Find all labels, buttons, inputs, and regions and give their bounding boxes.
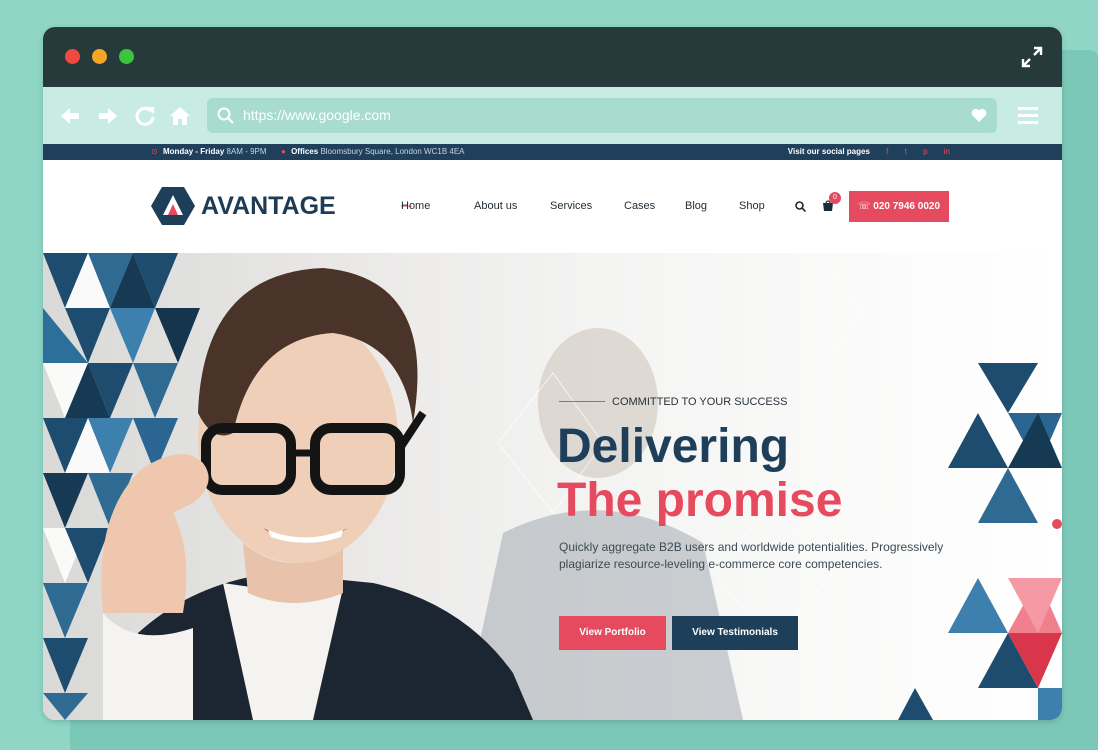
facebook-icon[interactable]: f: [886, 147, 888, 156]
home-icon[interactable]: [169, 105, 191, 127]
tagline-accent-line: [559, 401, 605, 402]
offices-label: Offices: [291, 147, 319, 156]
topbar-info: ⊙ Monday - Friday 8AM - 9PM ● Offices Bl…: [151, 144, 465, 160]
linkedin-icon[interactable]: in: [944, 147, 950, 156]
site-logo[interactable]: AVANTAGE: [151, 186, 336, 226]
title-bar: [43, 27, 1062, 87]
maximize-dot[interactable]: [119, 49, 134, 64]
back-arrow-icon[interactable]: [59, 105, 81, 127]
minimize-dot[interactable]: [92, 49, 107, 64]
view-portfolio-button[interactable]: View Portfolio: [559, 616, 666, 650]
hours-value: 8AM - 9PM: [226, 147, 267, 156]
twitter-icon[interactable]: t: [905, 147, 907, 156]
topbar-social: Visit our social pages f t p in: [788, 144, 950, 160]
site-header: AVANTAGE — Home About us Services Cases B…: [43, 160, 1062, 253]
hours-label: Monday - Friday: [162, 147, 225, 156]
address-bar[interactable]: https://www.google.com: [207, 98, 997, 133]
social-label: Visit our social pages: [787, 147, 870, 156]
location-pin-icon: ●: [281, 147, 286, 156]
hero-lead-text: Quickly aggregate B2B users and worldwid…: [559, 540, 944, 571]
hero-headline-line1: Delivering: [557, 420, 790, 473]
search-icon: [217, 107, 234, 124]
menu-item-about-us[interactable]: About us: [474, 200, 517, 212]
phone-number: 020 7946 0020: [873, 201, 941, 212]
expand-icon[interactable]: [1020, 45, 1044, 69]
site-topbar: ⊙ Monday - Friday 8AM - 9PM ● Offices Bl…: [43, 144, 1062, 160]
offices-value: Bloomsbury Square, London WC1B 4EA: [320, 147, 465, 156]
hero-tagline: COMMITTED TO YOUR SUCCESS: [612, 396, 788, 408]
phone-button[interactable]: ☏ 020 7946 0020: [849, 191, 949, 222]
cart-count-badge: 0: [829, 192, 841, 204]
view-testimonials-button[interactable]: View Testimonials: [672, 616, 798, 650]
phone-icon: ☏: [857, 201, 874, 212]
pinterest-icon[interactable]: p: [923, 147, 927, 156]
menu-item-cases[interactable]: Cases: [624, 200, 655, 212]
menu-item-blog[interactable]: Blog: [685, 200, 707, 212]
heart-icon[interactable]: [971, 108, 987, 123]
menu-item-services[interactable]: Services: [550, 200, 592, 212]
logo-mark-icon: [151, 187, 195, 225]
menu-item-shop[interactable]: Shop: [739, 200, 765, 212]
url-text: https://www.google.com: [243, 107, 391, 123]
logo-text: AVANTAGE: [201, 192, 336, 220]
close-dot[interactable]: [65, 49, 80, 64]
hamburger-menu-icon[interactable]: [1018, 105, 1038, 125]
browser-window: https://www.google.com ⊙ Monday - Friday…: [43, 27, 1062, 720]
hero-section: COMMITTED TO YOUR SUCCESS Delivering The…: [43, 253, 1062, 720]
search-icon[interactable]: [795, 201, 806, 212]
slider-indicator-dot[interactable]: [1052, 519, 1062, 529]
forward-arrow-icon[interactable]: [97, 105, 119, 127]
browser-toolbar: https://www.google.com: [43, 87, 1062, 144]
reload-icon[interactable]: [134, 105, 156, 127]
woman-figure: [101, 268, 533, 720]
clock-icon: ⊙: [151, 147, 158, 156]
hero-headline-line2: The promise: [557, 474, 843, 527]
hero-artwork: [43, 253, 1062, 720]
